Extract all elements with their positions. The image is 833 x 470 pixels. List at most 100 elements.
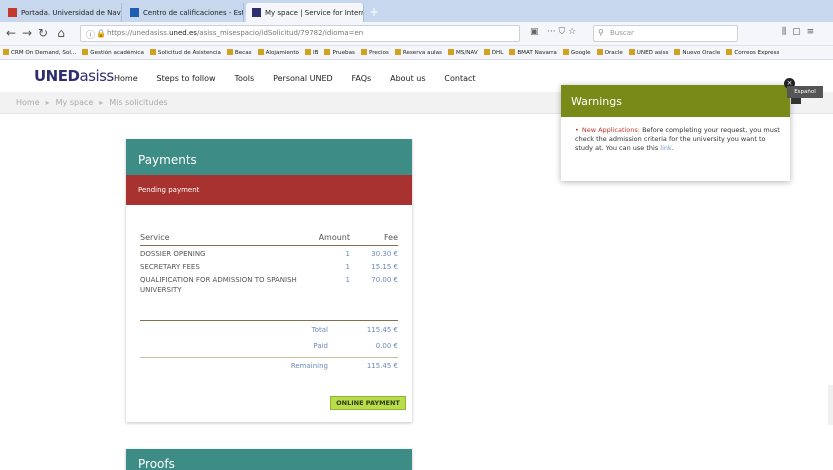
bookmark-item[interactable]: CRM On Demand, Sol... — [3, 49, 76, 56]
url-path: /asiss_misespacio/idSolicitud/79782/idio… — [196, 29, 364, 37]
address-bar[interactable]: ⓘ 🔒 https://unedasiss.uned.es/asiss_mise… — [80, 25, 520, 42]
bookmark-item[interactable]: Google — [562, 49, 591, 56]
bookmark-label: Reserva aulas — [402, 50, 442, 56]
breadcrumb-separator-icon: ▸ — [45, 98, 50, 107]
col-fee: Fee — [383, 233, 398, 242]
search-placeholder: Buscar — [610, 29, 634, 37]
url-prefix: https://unedasiss. — [107, 29, 170, 37]
bookmark-label: DHL — [491, 50, 504, 56]
tab-label: Portada. Universidad de Nava — [21, 8, 122, 17]
library-sidebar-menu-icons[interactable]: ⫼▢≡ — [782, 27, 820, 37]
home-icon[interactable]: ⌂ — [54, 26, 68, 40]
remaining-row: Remaining 115.45 € — [140, 357, 398, 371]
row-service: QUALIFICATION FOR ADMISSION TO SPANISH U… — [140, 276, 297, 294]
row-amount: 1 — [345, 263, 350, 271]
admission-criteria-link[interactable]: link — [660, 144, 672, 152]
bookmark-item[interactable]: Oracle — [596, 49, 623, 56]
total-label: Total — [311, 326, 328, 334]
bookmark-label: BMAT Navarra — [517, 50, 557, 56]
bookmark-item[interactable]: UNED asiss — [628, 49, 669, 56]
bullet-icon: • — [575, 126, 579, 134]
browser-tab-2[interactable]: Centro de calificaciones - Estu ✕ — [124, 3, 244, 22]
language-selector[interactable]: Español — [787, 86, 823, 98]
uned-asiss-logo[interactable]: UNEDasiss — [34, 67, 114, 85]
nav-tools[interactable]: Tools — [234, 74, 254, 83]
bookmark-item[interactable]: Becas — [226, 49, 252, 56]
bookmark-item[interactable]: Correos Express — [726, 49, 779, 56]
bookmark-label: UNED asiss — [636, 50, 669, 56]
bookmark-label: MS/NAV — [455, 50, 478, 56]
info-icon[interactable]: ⓘ — [86, 28, 95, 41]
bookmark-folder-icon — [628, 49, 635, 55]
language-tab-icon — [791, 98, 801, 104]
bookmark-folder-icon — [674, 49, 681, 55]
logo-bold: UNED — [34, 67, 80, 85]
bookmark-label: Solicitud de Asistencia — [157, 50, 221, 56]
row-service: SECRETARY FEES — [140, 263, 200, 271]
nav-steps[interactable]: Steps to follow — [157, 74, 216, 83]
bookmark-folder-icon — [726, 49, 733, 55]
bookmark-label: Oracle — [604, 50, 623, 56]
bookmark-item[interactable]: Nuevo Oracle — [674, 49, 720, 56]
online-payment-button[interactable]: ONLINE PAYMENT — [330, 396, 406, 410]
bookmark-folder-icon — [509, 49, 516, 55]
bookmark-label: Pruebas — [332, 50, 355, 56]
browser-tab-3[interactable]: My space | Service for Internat ✕ — [246, 3, 364, 22]
reload-icon[interactable]: ↻ — [36, 26, 50, 40]
bookmark-item[interactable]: Alojamiento — [257, 49, 299, 56]
bookmark-item[interactable]: Precios — [360, 49, 389, 56]
nav-faqs[interactable]: FAQs — [352, 74, 372, 83]
page-actions-icons[interactable]: ▣ ··· ⛉ ☆ — [530, 27, 576, 37]
main-navigation: Home Steps to follow Tools Personal UNED… — [114, 74, 492, 84]
breadcrumb-current: Mis solicitudes — [109, 98, 168, 107]
bookmark-label: IB — [312, 50, 319, 56]
search-input[interactable]: ⚲ Buscar — [593, 25, 738, 42]
uned-favicon-icon — [252, 8, 261, 17]
bookmark-item[interactable]: Pruebas — [324, 49, 355, 56]
payments-card: Payments Pending payment Service Amount … — [126, 139, 412, 422]
total-row: Total 115.45 € — [140, 325, 398, 335]
nav-home[interactable]: Home — [114, 74, 138, 83]
bookmark-folder-icon — [149, 49, 156, 55]
nav-about[interactable]: About us — [390, 74, 425, 83]
back-arrow-icon[interactable]: ← — [4, 26, 18, 40]
bookmark-folder-icon — [257, 49, 264, 55]
forward-arrow-icon[interactable]: → — [20, 26, 34, 40]
bookmark-label: Alojamiento — [265, 50, 299, 56]
col-service: Service — [140, 233, 170, 242]
bookmarks-bar: CRM On Demand, Sol... Gestión académica So… — [0, 46, 833, 60]
bookmark-item[interactable]: Reserva aulas — [394, 49, 442, 56]
bookmark-folder-icon — [304, 49, 311, 55]
url-domain: uned.es — [169, 29, 197, 37]
bookmark-item[interactable]: Gestión académica — [82, 49, 144, 56]
total-value: 115.45 € — [366, 326, 398, 334]
remaining-value: 115.45 € — [366, 362, 398, 370]
remaining-label: Remaining — [290, 362, 328, 370]
nav-personal-uned[interactable]: Personal UNED — [273, 74, 333, 83]
bookmark-folder-icon — [483, 49, 490, 55]
pending-payment-alert: Pending payment — [126, 175, 412, 205]
browser-tab-bar: Portada. Universidad de Nava ✕ Centro de… — [0, 0, 833, 22]
nav-contact[interactable]: Contact — [444, 74, 475, 83]
warnings-popup: Warnings • New Applications: Before compl… — [561, 85, 790, 181]
bookmark-item[interactable]: Solicitud de Asistencia — [149, 49, 221, 56]
browser-toolbar: ← → ↻ ⌂ ⓘ 🔒 https://unedasiss.uned.es/as… — [0, 22, 833, 46]
breadcrumb-my-space[interactable]: My space — [56, 98, 94, 107]
bookmark-item[interactable]: BMAT Navarra — [509, 49, 557, 56]
bookmark-item[interactable]: DHL — [483, 49, 504, 56]
bookmark-folder-icon — [394, 49, 401, 55]
paid-row: Paid 0.00 € — [140, 341, 398, 351]
bookmark-folder-icon — [596, 49, 603, 55]
university-favicon-icon — [8, 8, 17, 17]
breadcrumb-home[interactable]: Home — [16, 98, 40, 107]
new-tab-button[interactable]: + — [366, 5, 382, 20]
row-fee: 30.30 € — [371, 250, 398, 258]
browser-tab-1[interactable]: Portada. Universidad de Nava ✕ — [2, 3, 122, 22]
bookmark-label: CRM On Demand, Sol... — [11, 50, 77, 56]
paid-value: 0.00 € — [375, 342, 398, 350]
payments-title: Payments — [126, 139, 412, 175]
bookmark-item[interactable]: MS/NAV — [447, 49, 478, 56]
warning-highlight: New Applications: — [581, 126, 640, 134]
payment-totals: Total 115.45 € Paid 0.00 € Remaining 115… — [140, 320, 398, 377]
bookmark-item[interactable]: IB — [304, 49, 319, 56]
